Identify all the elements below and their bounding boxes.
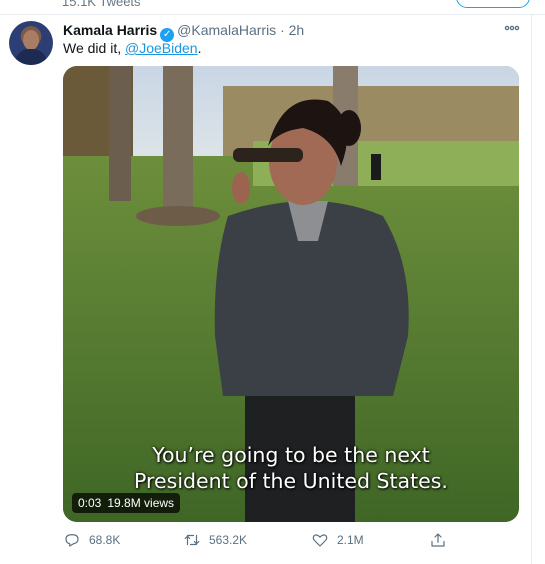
author-handle[interactable]: @KamalaHarris: [177, 22, 276, 38]
retweet-count: 563.2K: [209, 533, 248, 547]
avatar[interactable]: [9, 21, 53, 65]
share-button[interactable]: [429, 530, 455, 550]
tweet-actions: 68.8K 563.2K 2.1M: [63, 530, 519, 550]
share-icon: [431, 533, 445, 547]
retweet-icon: [184, 534, 200, 546]
video-stats-badge: 0:03 19.8M views: [72, 493, 181, 513]
timestamp-separator: ·: [280, 22, 285, 38]
more-options-icon[interactable]: [504, 20, 520, 39]
reply-count: 68.8K: [89, 533, 121, 547]
tweet-text-prefix: We did it,: [63, 40, 125, 56]
tweet-text-suffix: .: [197, 40, 202, 56]
tweet-text: We did it, @JoeBiden.: [63, 40, 201, 56]
profile-header-bar: 15.1K Tweets: [0, 0, 545, 15]
author-name[interactable]: Kamala Harris: [63, 22, 157, 38]
video-duration: 0:03: [78, 496, 102, 510]
retweet-button[interactable]: 563.2K: [183, 530, 247, 550]
mention-link[interactable]: @JoeBiden: [125, 40, 198, 56]
tweet-count: 15.1K Tweets: [62, 0, 141, 9]
like-count: 2.1M: [337, 533, 364, 547]
tweet-header: Kamala Harris ✓ @KamalaHarris · 2h: [63, 22, 304, 42]
tweet[interactable]: Kamala Harris ✓ @KamalaHarris · 2h We did …: [0, 15, 532, 564]
reply-button[interactable]: 68.8K: [63, 530, 120, 550]
caption-line-1: You’re going to be the next: [152, 443, 430, 467]
follow-button[interactable]: [456, 0, 530, 8]
video-player[interactable]: You’re going to be the next President of…: [63, 66, 519, 522]
video-views: 19.8M views: [107, 496, 175, 510]
reply-icon: [65, 534, 79, 547]
heart-icon: [312, 534, 328, 547]
timestamp[interactable]: 2h: [289, 22, 305, 38]
caption-line-2: President of the United States.: [134, 469, 448, 493]
like-button[interactable]: 2.1M: [311, 530, 364, 550]
